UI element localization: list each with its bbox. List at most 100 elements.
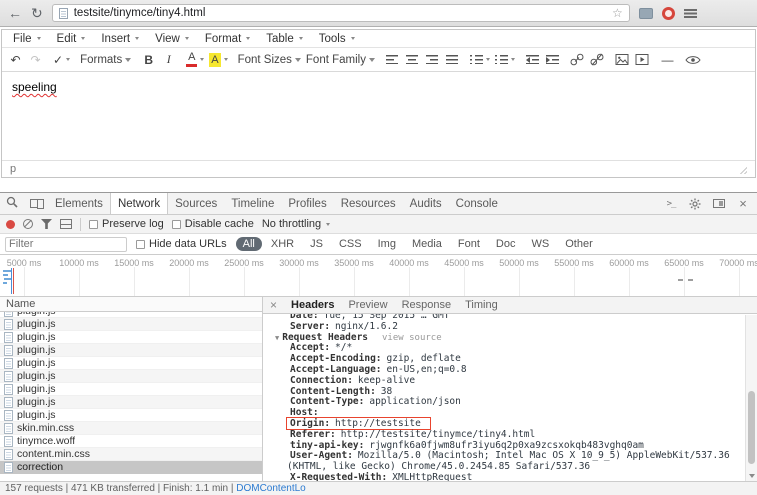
details-tab[interactable]: Timing [458,299,505,311]
spellcheck-button[interactable]: ✓ [51,50,72,69]
scrollbar-thumb[interactable] [748,391,755,464]
resource-type-filter[interactable]: All [236,237,262,251]
request-row[interactable]: plugin.js [0,331,262,344]
preserve-log-checkbox[interactable]: Preserve log [89,218,164,230]
undo-button[interactable]: ↶ [6,50,25,69]
request-row[interactable]: plugin.js [0,370,262,383]
editor-menu-item[interactable]: View [147,30,197,47]
back-button[interactable]: ← [8,6,22,20]
editor-menu-item[interactable]: Edit [49,30,94,47]
details-scrollbar[interactable] [745,315,757,481]
devtools-tab[interactable]: Sources [168,193,224,214]
numbered-list-button[interactable] [493,50,517,69]
request-row[interactable]: skin.min.css [0,422,262,435]
editor-menu-item[interactable]: Table [258,30,311,47]
request-row[interactable]: plugin.js [0,344,262,357]
record-button[interactable] [6,220,15,229]
resource-type-filter[interactable]: CSS [332,237,369,251]
resource-type-filter[interactable]: Img [371,237,403,251]
request-row[interactable]: plugin.js [0,357,262,370]
extension-record-icon[interactable] [662,7,675,20]
formats-dropdown[interactable]: Formats [78,50,133,69]
scrollbar-down-arrow-icon[interactable] [749,474,755,478]
bookmark-star-icon[interactable]: ☆ [612,6,623,20]
link-button[interactable] [568,50,587,69]
refresh-button[interactable]: ↻ [31,6,43,20]
editor-menu-item[interactable]: Format [197,30,258,47]
request-row[interactable]: correction [0,461,262,474]
font-sizes-dropdown[interactable]: Font Sizes [236,50,303,69]
request-row[interactable]: plugin.js [0,396,262,409]
view-source-link[interactable]: view source [382,333,442,343]
resource-type-filter[interactable]: Font [451,237,487,251]
bold-button[interactable]: B [139,50,158,69]
bullet-list-button[interactable] [468,50,492,69]
browser-menu-icon[interactable] [684,9,697,18]
request-row[interactable]: plugin.js [0,409,262,422]
resource-type-filter[interactable]: Doc [489,237,523,251]
request-row[interactable]: tinymce.woff [0,435,262,448]
request-row[interactable]: plugin.js [0,383,262,396]
details-close-button[interactable]: × [263,298,284,312]
editor-menu-item[interactable]: File [5,30,49,47]
large-rows-toggle-icon[interactable] [60,219,72,229]
filter-input[interactable] [5,237,127,252]
devtools-tab[interactable]: Network [110,193,168,214]
device-mode-button[interactable] [24,193,48,214]
redo-button[interactable]: ↷ [26,50,45,69]
devtools-tab[interactable]: Profiles [281,193,333,214]
throttling-dropdown[interactable]: No throttling [262,218,330,230]
font-family-dropdown[interactable]: Font Family [304,50,377,69]
disable-cache-checkbox[interactable]: Disable cache [172,218,254,230]
address-bar[interactable]: testsite/tinymce/tiny4.html ☆ [52,4,630,22]
console-drawer-button[interactable]: >_ [659,199,683,209]
horizontal-rule-button[interactable]: — [658,50,677,69]
devtools-tab[interactable]: Console [449,193,505,214]
insert-media-button[interactable] [633,50,652,69]
disclosure-triangle-icon[interactable]: ▼ [275,334,279,342]
devtools-tab[interactable]: Timeline [224,193,281,214]
outdent-button[interactable] [523,50,542,69]
settings-gear-icon[interactable] [683,198,707,210]
preview-button[interactable] [683,50,703,69]
hide-data-urls-checkbox[interactable]: Hide data URLs [136,238,227,250]
indent-button[interactable] [543,50,562,69]
details-tab[interactable]: Response [395,299,459,311]
details-tab[interactable]: Headers [284,299,341,311]
insert-image-button[interactable] [613,50,632,69]
network-overview-timeline[interactable]: 5000 ms 10000 ms 15000 ms 20000 ms 25000… [0,255,757,297]
resource-type-filter[interactable]: Media [405,237,449,251]
devtools-tab[interactable]: Elements [48,193,110,214]
editor-menu-item[interactable]: Insert [93,30,147,47]
details-tab[interactable]: Preview [341,299,394,311]
element-path[interactable]: p [10,163,16,175]
unlink-button[interactable] [588,50,607,69]
inspect-element-button[interactable] [0,193,24,214]
align-center-button[interactable] [403,50,422,69]
text-color-button[interactable]: A [184,50,206,69]
dock-side-button[interactable] [707,199,731,208]
background-color-button[interactable]: A [207,50,229,69]
request-row[interactable]: content.min.css [0,448,262,461]
devtools-tab[interactable]: Resources [334,193,403,214]
filter-toggle-icon[interactable] [41,219,52,229]
devtools-tab[interactable]: Audits [403,193,449,214]
resource-type-filter[interactable]: Other [558,237,600,251]
devtools-close-button[interactable]: × [731,196,755,211]
align-right-button[interactable] [423,50,442,69]
misspelled-word[interactable]: speeling [12,80,57,94]
resource-type-filter[interactable]: XHR [264,237,301,251]
request-row[interactable]: plugin.js [0,318,262,331]
url-text[interactable]: testsite/tinymce/tiny4.html [74,7,206,19]
resource-type-filter[interactable]: JS [303,237,330,251]
name-column-header[interactable]: Name [0,297,262,312]
extension-icon[interactable] [639,8,653,19]
resource-type-filter[interactable]: WS [524,237,556,251]
editor-menu-item[interactable]: Tools [311,30,363,47]
editor-content[interactable]: speeling [2,72,755,160]
align-left-button[interactable] [383,50,402,69]
clear-requests-button[interactable] [23,219,33,229]
italic-button[interactable]: I [159,50,178,69]
align-justify-button[interactable] [443,50,462,69]
resize-grip-icon[interactable] [737,164,747,174]
